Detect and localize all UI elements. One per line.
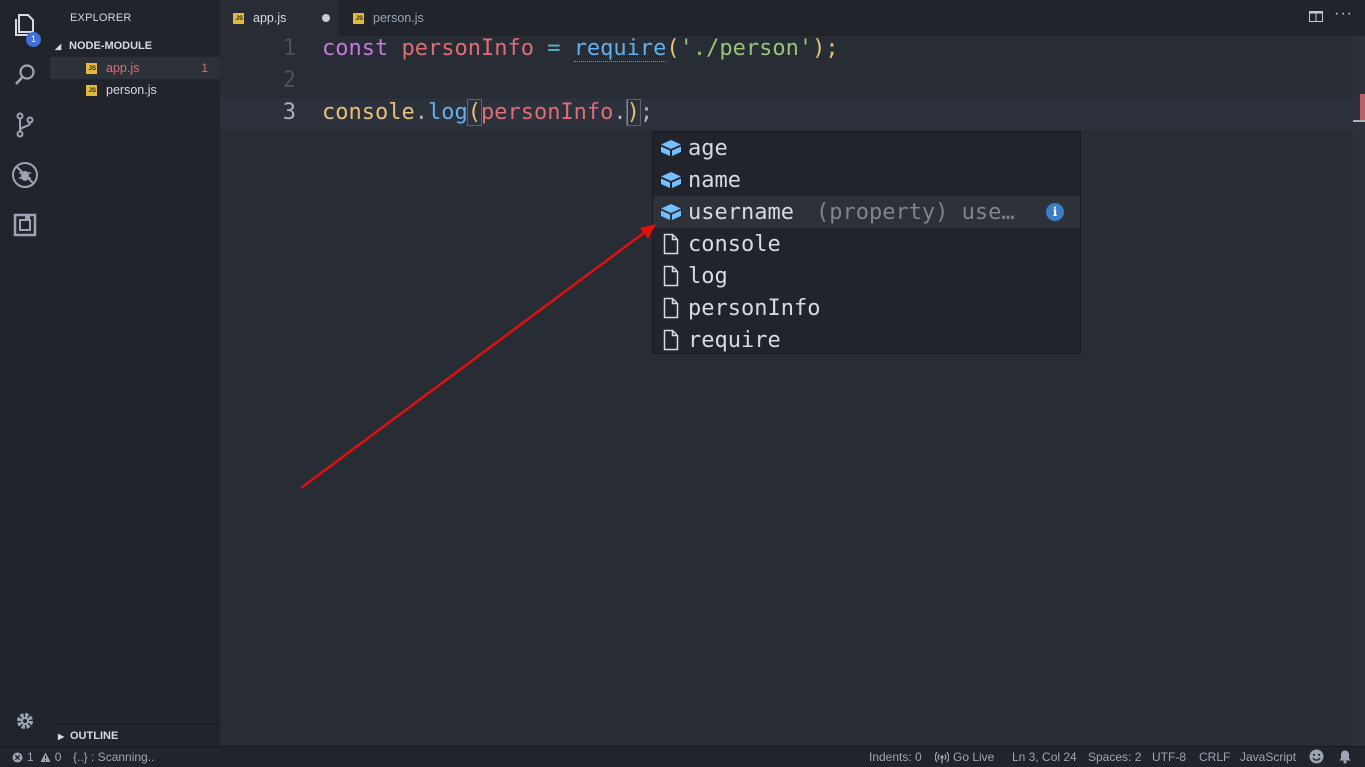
error-marker xyxy=(1360,94,1365,122)
suggestion-require[interactable]: require xyxy=(653,324,1080,356)
warning-icon xyxy=(40,752,51,762)
outline-section[interactable]: ▶ OUTLINE xyxy=(50,724,220,747)
tab-label: app.js xyxy=(253,11,287,25)
js-file-icon: JS xyxy=(233,12,244,24)
suggestion-name[interactable]: name xyxy=(653,164,1080,196)
semicolon: ; xyxy=(639,100,654,125)
line-number: 2 xyxy=(282,68,296,93)
chevron-down-icon: ◢ xyxy=(55,41,62,51)
cursor-position[interactable]: Ln 3, Col 24 xyxy=(1012,750,1077,764)
object-console: console xyxy=(322,100,415,125)
source-control-icon[interactable] xyxy=(0,105,50,145)
property-cube-icon xyxy=(658,169,684,191)
line-number: 1 xyxy=(282,36,296,61)
explorer-badge: 1 xyxy=(26,32,41,47)
text-file-icon xyxy=(658,329,684,351)
suggestion-label: username xyxy=(688,199,794,225)
js-file-icon: JS xyxy=(86,84,97,96)
cursor-marker xyxy=(1353,120,1365,122)
file-item-app-js[interactable]: JS app.js 1 xyxy=(50,57,220,79)
search-icon[interactable] xyxy=(0,55,50,95)
error-count: 1 xyxy=(201,61,208,75)
suggestion-console[interactable]: console xyxy=(653,228,1080,260)
keyword-const: const xyxy=(322,36,389,61)
go-live-label: Go Live xyxy=(953,750,995,764)
suggestion-label: name xyxy=(688,167,741,193)
error-count: 1 xyxy=(27,750,34,764)
suggestion-label: age xyxy=(688,135,728,161)
text-file-icon xyxy=(658,297,684,319)
code-line-1[interactable]: const personInfo = require('./person'); xyxy=(322,36,839,62)
autocomplete-suggestions: age name username (property) use… i cons… xyxy=(652,131,1081,354)
paren-open: ( xyxy=(666,36,680,61)
language-mode[interactable]: JavaScript xyxy=(1240,750,1296,764)
files-icon[interactable]: 1 xyxy=(0,5,50,47)
error-icon xyxy=(12,752,23,762)
go-live-button[interactable]: Go Live xyxy=(935,750,994,764)
info-icon[interactable]: i xyxy=(1046,203,1064,221)
file-name: app.js xyxy=(106,61,140,75)
encoding-status[interactable]: UTF-8 xyxy=(1152,750,1186,764)
suggestion-label: require xyxy=(688,327,781,353)
extensions-icon[interactable] xyxy=(0,205,50,245)
suggestion-age[interactable]: age xyxy=(653,132,1080,164)
explorer-sidebar: EXPLORER ◢ NODE-MODULE JS app.js 1 JS pe… xyxy=(50,0,220,746)
indents-status[interactable]: Indents: 0 xyxy=(869,750,922,764)
function-require: require xyxy=(573,36,667,62)
variable-personinfo: personInfo xyxy=(401,36,534,61)
gear-icon[interactable] xyxy=(0,701,50,741)
js-file-icon: JS xyxy=(353,12,364,24)
line-number: 3 xyxy=(282,100,296,125)
paren-open: ( xyxy=(466,99,482,126)
tab-bar: JS app.js JS person.js ··· xyxy=(220,0,1365,36)
text-file-icon xyxy=(658,265,684,287)
outline-label: OUTLINE xyxy=(70,730,119,742)
function-log: log xyxy=(427,100,468,125)
suggestion-detail: (property) use… xyxy=(815,199,1015,225)
string-path: './person' xyxy=(679,36,813,61)
tab-label: person.js xyxy=(373,11,424,25)
spaces-status[interactable]: Spaces: 2 xyxy=(1088,750,1141,764)
scanning-status: {..} : Scanning.. xyxy=(73,750,155,764)
suggestion-label: console xyxy=(688,231,781,257)
bell-icon[interactable] xyxy=(1338,749,1352,764)
text-file-icon xyxy=(658,233,684,255)
explorer-title: EXPLORER xyxy=(70,12,132,24)
folder-header[interactable]: ◢ NODE-MODULE xyxy=(50,36,220,56)
suggestion-label: personInfo xyxy=(688,295,821,321)
more-actions-icon[interactable]: ··· xyxy=(1334,5,1353,23)
suggestion-personinfo[interactable]: personInfo xyxy=(653,292,1080,324)
broadcast-icon xyxy=(935,751,949,764)
property-cube-icon xyxy=(658,201,684,223)
paren-close: ); xyxy=(812,36,839,61)
problems-indicator[interactable]: 1 0 xyxy=(12,750,61,764)
smiley-feedback-icon[interactable] xyxy=(1309,749,1324,764)
variable-personinfo: personInfo xyxy=(480,100,614,125)
editor-scrollbar[interactable] xyxy=(1353,36,1365,746)
dot: . xyxy=(414,100,428,125)
split-editor-icon[interactable] xyxy=(1309,11,1323,22)
code-line-3[interactable]: console.log(personInfo.); xyxy=(322,99,654,126)
suggestion-log[interactable]: log xyxy=(653,260,1080,292)
chevron-right-icon: ▶ xyxy=(58,731,65,741)
tab-person-js[interactable]: JS person.js xyxy=(340,0,458,36)
tab-app-js[interactable]: JS app.js xyxy=(220,0,338,36)
file-name: person.js xyxy=(106,83,157,97)
operator-equals: = xyxy=(547,36,561,61)
file-item-person-js[interactable]: JS person.js xyxy=(50,79,220,101)
paren-close: ) xyxy=(625,99,641,126)
status-bar: 1 0 {..} : Scanning.. Indents: 0 Go Live… xyxy=(0,746,1365,767)
debug-icon[interactable] xyxy=(0,155,50,195)
js-file-icon: JS xyxy=(86,62,97,74)
suggestion-label: log xyxy=(688,263,728,289)
folder-name: NODE-MODULE xyxy=(69,40,153,52)
suggestion-username[interactable]: username (property) use… i xyxy=(653,196,1080,228)
unsaved-dot-icon[interactable] xyxy=(322,14,330,22)
activity-bar: 1 xyxy=(0,0,50,746)
property-cube-icon xyxy=(658,137,684,159)
dot: . xyxy=(613,100,627,125)
warning-count: 0 xyxy=(54,750,62,764)
eol-status[interactable]: CRLF xyxy=(1199,750,1230,764)
